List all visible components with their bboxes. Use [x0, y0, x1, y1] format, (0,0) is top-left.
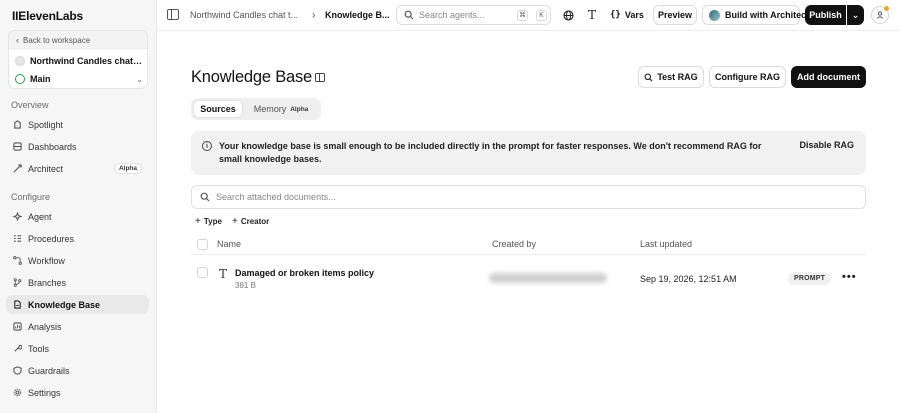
branch-name: Main	[30, 74, 51, 84]
search-icon	[404, 10, 414, 20]
tab-sources[interactable]: Sources	[194, 101, 242, 117]
search-agents-input[interactable]: Search agents... ⌘ K	[396, 5, 551, 25]
sidebar-item-analysis[interactable]: Analysis	[6, 317, 149, 336]
architect-icon	[13, 164, 22, 173]
sidebar-item-guardrails[interactable]: Guardrails	[6, 361, 149, 380]
test-rag-button[interactable]: Test RAG	[638, 66, 704, 88]
knowledge-base-icon	[13, 300, 22, 309]
creator-email-redacted	[489, 273, 607, 283]
notification-dot	[884, 6, 889, 11]
sidebar-item-procedures[interactable]: Procedures	[6, 229, 149, 248]
breadcrumb-current: Knowledge B...	[325, 10, 390, 20]
workflow-icon	[13, 256, 22, 265]
agent-name: Northwind Candles chat t...	[30, 56, 143, 66]
chevron-left-icon: ‹	[16, 35, 19, 45]
alpha-badge: Alpha	[290, 105, 309, 113]
row-checkbox[interactable]	[197, 267, 208, 278]
branches-icon	[13, 278, 22, 287]
sidebar-item-settings[interactable]: Settings	[6, 383, 149, 402]
text-document-icon: T	[219, 267, 228, 281]
agent-icon	[13, 212, 22, 221]
globe-button[interactable]	[560, 5, 576, 25]
filter-creator-button[interactable]: + Creator	[232, 214, 269, 228]
topbar: Northwind Candles chat t... › Knowledge …	[157, 0, 900, 31]
more-options-icon[interactable]: •••	[842, 271, 857, 283]
branch-status-icon	[15, 74, 25, 84]
alpha-badge: Alpha	[113, 163, 142, 174]
gear-icon	[13, 388, 22, 397]
sidebar-item-architect[interactable]: Architect Alpha	[6, 159, 149, 178]
text-format-button[interactable]: T	[584, 5, 600, 25]
status-badge: PROMPT	[788, 272, 832, 285]
guardrails-icon	[13, 366, 22, 375]
sidebar-item-spotlight[interactable]: Spotlight	[6, 115, 149, 134]
column-header-name: Name	[217, 239, 242, 249]
search-icon	[644, 73, 653, 81]
banner-text: Your knowledge base is small enough to b…	[219, 141, 762, 164]
user-avatar[interactable]	[871, 6, 889, 24]
document-updated: Sep 19, 2026, 12:51 AM	[640, 274, 737, 284]
sidebar-item-agent[interactable]: Agent	[6, 207, 149, 226]
panel-layout-icon[interactable]	[315, 73, 325, 82]
globe-icon	[562, 9, 574, 21]
sidebar-item-branches[interactable]: Branches	[6, 273, 149, 292]
plus-icon: +	[232, 215, 238, 227]
user-icon	[876, 11, 884, 19]
sidebar-item-tools[interactable]: Tools	[6, 339, 149, 358]
column-header-created-by: Created by	[492, 239, 537, 249]
spotlight-icon	[13, 120, 22, 129]
agent-avatar	[15, 56, 25, 66]
publish-button[interactable]: Publish	[805, 5, 846, 25]
configure-rag-button[interactable]: Configure RAG	[709, 66, 786, 88]
table-header: Name Created by Last updated	[191, 234, 866, 255]
column-header-last-updated: Last updated	[640, 239, 693, 249]
architect-orb-icon	[709, 9, 720, 21]
rag-info-banner: i Your knowledge base is small enough to…	[191, 131, 866, 175]
analysis-icon	[13, 322, 22, 331]
disable-rag-button[interactable]: Disable RAG	[799, 140, 854, 150]
text-format-icon: T	[587, 8, 596, 22]
search-icon	[200, 192, 210, 202]
sidebar-item-workflow[interactable]: Workflow	[6, 251, 149, 270]
preview-button[interactable]: Preview	[653, 5, 697, 25]
publish-options-button[interactable]: ⌄	[847, 5, 864, 25]
filter-type-button[interactable]: + Type	[195, 214, 222, 228]
plus-icon: +	[195, 215, 201, 227]
document-search-input[interactable]: Search attached documents...	[191, 185, 866, 209]
sidebar-item-knowledge-base[interactable]: Knowledge Base	[6, 295, 149, 314]
vars-button[interactable]: {} Vars	[610, 5, 644, 25]
workspace-card: ‹ Back to workspace Northwind Candles cha…	[8, 30, 148, 89]
breadcrumb-agent[interactable]: Northwind Candles chat t...	[190, 5, 312, 25]
sidebar-toggle-icon[interactable]	[167, 9, 179, 20]
configure-section-label: Configure	[11, 192, 51, 202]
branch-selector[interactable]: Main ⌄	[15, 72, 143, 86]
build-with-architect-button[interactable]: Build with Architect	[702, 5, 809, 25]
dashboards-icon	[13, 142, 22, 151]
back-to-workspace-button[interactable]: ‹ Back to workspace	[9, 31, 147, 49]
procedures-icon	[13, 234, 22, 243]
overview-section-label: Overview	[11, 100, 49, 110]
table-row[interactable]: T Damaged or broken items policy 381 B S…	[191, 259, 866, 297]
add-document-button[interactable]: Add document	[791, 66, 866, 88]
document-name: Damaged or broken items policy	[235, 268, 375, 278]
agent-selector[interactable]: Northwind Candles chat t...	[15, 54, 143, 68]
chevron-down-icon: ⌄	[851, 9, 860, 20]
tab-memory[interactable]: Memory Alpha	[245, 101, 317, 117]
info-icon: i	[202, 141, 212, 151]
select-all-checkbox[interactable]	[197, 239, 208, 250]
sidebar-item-dashboards[interactable]: Dashboards	[6, 137, 149, 156]
breadcrumb-separator: ›	[312, 9, 316, 21]
tools-icon	[13, 344, 22, 353]
sidebar: IIElevenLabs ‹ Back to workspace Northwin…	[0, 0, 157, 413]
elevenlabs-logo[interactable]: IIElevenLabs	[12, 9, 83, 23]
kbd-k: K	[536, 9, 547, 21]
document-size: 381 B	[235, 281, 256, 290]
page-title: Knowledge Base	[191, 68, 313, 86]
chevron-down-icon: ⌄	[136, 74, 143, 84]
braces-icon: {}	[610, 10, 621, 20]
kb-tabs: Sources Memory Alpha	[191, 98, 321, 120]
kbd-cmd: ⌘	[517, 9, 528, 21]
